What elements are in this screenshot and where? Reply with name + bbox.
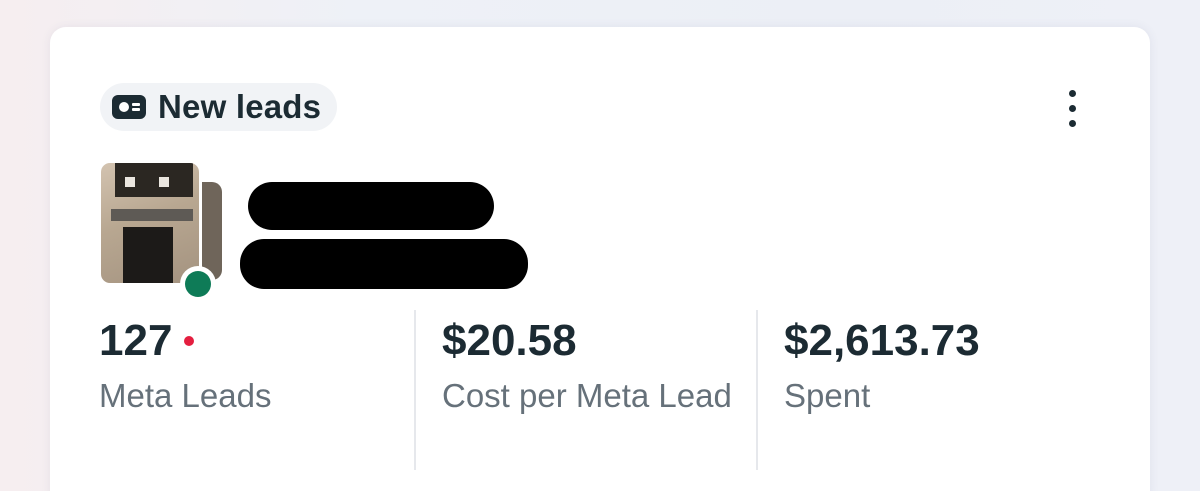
- online-status-indicator: [180, 266, 216, 302]
- stat-divider: [756, 310, 758, 470]
- spent-label: Spent: [784, 377, 871, 414]
- more-options-button[interactable]: [1054, 83, 1090, 133]
- new-leads-alert-dot: [184, 336, 195, 346]
- new-leads-label: New leads: [158, 88, 322, 125]
- lead-card-icon: [112, 95, 146, 119]
- more-vertical-icon: [1068, 89, 1076, 97]
- meta-leads-label: Meta Leads: [99, 377, 272, 414]
- stat-meta-leads[interactable]: 127 Meta Leads: [99, 314, 399, 420]
- new-leads-chip[interactable]: New leads: [100, 83, 338, 131]
- cost-per-lead-value: $20.58: [442, 316, 577, 365]
- new-leads-card: New leads 127 Meta Leads $20.58 Cost per…: [50, 27, 1150, 491]
- stat-divider: [414, 310, 416, 470]
- redacted-account-subtitle: [240, 239, 528, 289]
- stat-cost-per-lead[interactable]: $20.58 Cost per Meta Lead: [442, 314, 732, 420]
- account-avatar: [98, 160, 202, 286]
- meta-leads-value: 127: [99, 316, 173, 365]
- stat-spent[interactable]: $2,613.73 Spent: [784, 314, 1104, 420]
- spent-value: $2,613.73: [784, 316, 980, 365]
- account-avatar-group[interactable]: [98, 160, 238, 302]
- cost-per-lead-label: Cost per Meta Lead: [442, 377, 732, 414]
- redacted-account-name: [248, 182, 494, 230]
